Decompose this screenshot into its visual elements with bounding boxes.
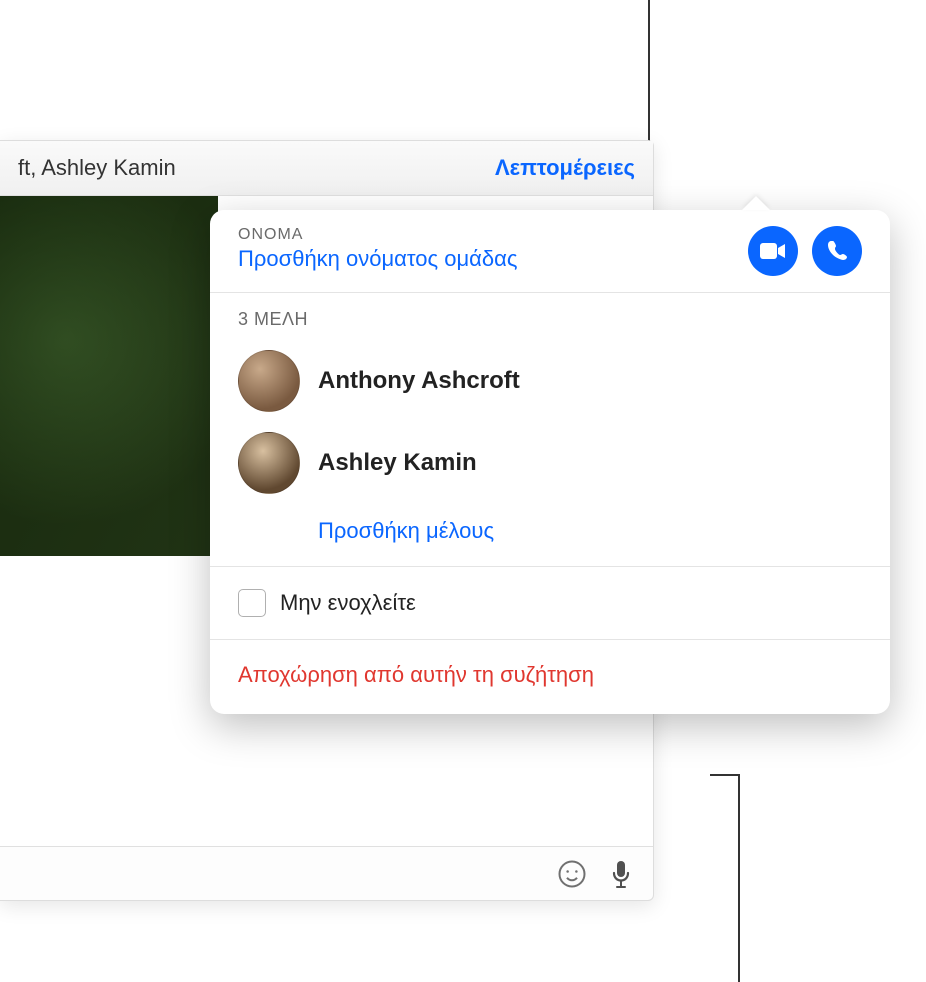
member-name: Ashley Kamin: [318, 449, 477, 477]
group-name-section: ΟΝΟΜΑ Προσθήκη ονόματος ομάδας: [210, 210, 890, 293]
message-input-bar: [0, 846, 653, 900]
conversation-header: ft, Ashley Kamin Λεπτομέρειες: [0, 141, 653, 196]
leave-conversation-row: Αποχώρηση από αυτήν τη συζήτηση: [210, 640, 890, 714]
video-call-button[interactable]: [748, 226, 798, 276]
call-buttons: [748, 226, 862, 276]
member-row[interactable]: Ashley Kamin: [238, 422, 862, 504]
emoji-picker-icon[interactable]: [557, 859, 587, 889]
members-count-label: 3 ΜΕΛΗ: [238, 309, 862, 330]
callout-line: [738, 774, 740, 982]
member-row[interactable]: Anthony Ashcroft: [238, 340, 862, 422]
conversation-title: ft, Ashley Kamin: [18, 155, 176, 181]
add-group-name-button[interactable]: Προσθήκη ονόματος ομάδας: [238, 246, 517, 272]
dnd-checkbox[interactable]: [238, 589, 266, 617]
member-name: Anthony Ashcroft: [318, 367, 520, 395]
dnd-label: Μην ενοχλείτε: [280, 590, 416, 616]
callout-line: [710, 774, 740, 776]
members-section: 3 ΜΕΛΗ Anthony Ashcroft Ashley Kamin Προ…: [210, 293, 890, 567]
do-not-disturb-row: Μην ενοχλείτε: [210, 567, 890, 640]
leave-conversation-button[interactable]: Αποχώρηση από αυτήν τη συζήτηση: [238, 662, 594, 687]
add-member-button[interactable]: Προσθήκη μέλους: [238, 504, 494, 550]
name-section-label: ΟΝΟΜΑ: [238, 226, 517, 244]
audio-call-button[interactable]: [812, 226, 862, 276]
avatar: [238, 350, 300, 412]
shared-photo-thumbnail[interactable]: [0, 196, 220, 556]
details-popover: ΟΝΟΜΑ Προσθήκη ονόματος ομάδας 3 ΜΕΛΗ An…: [210, 210, 890, 714]
microphone-icon[interactable]: [609, 859, 633, 889]
details-button[interactable]: Λεπτομέρειες: [495, 155, 635, 181]
avatar: [238, 432, 300, 494]
